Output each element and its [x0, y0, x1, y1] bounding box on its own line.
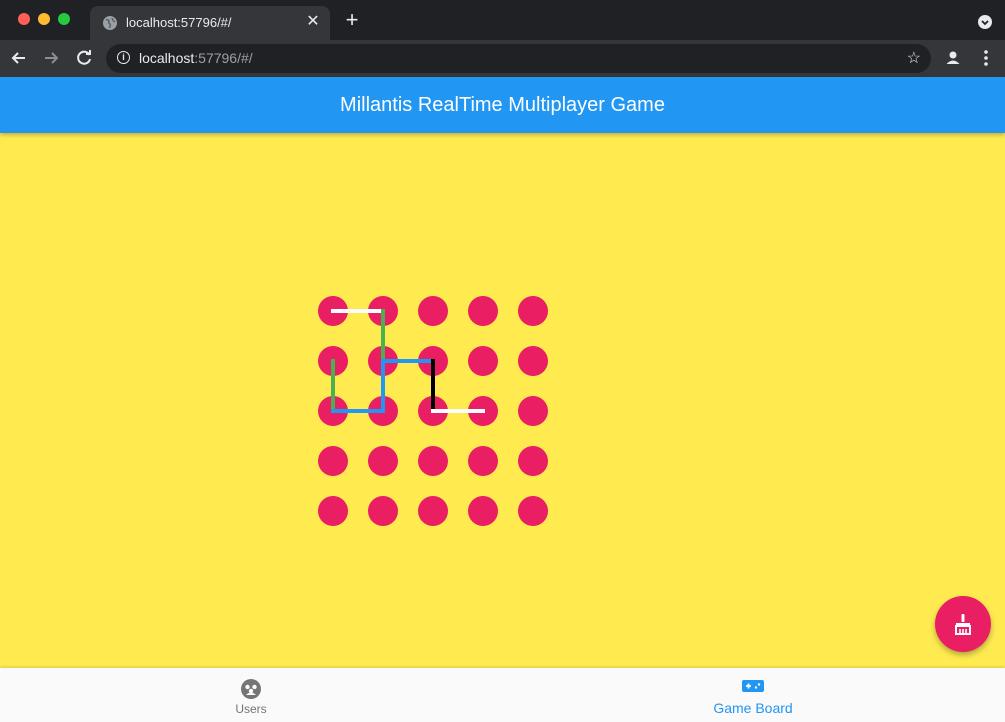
tab-strip: localhost:57796/#/ ✕ + — [0, 0, 1005, 40]
board-dot[interactable] — [468, 446, 498, 476]
gamepad-icon — [741, 678, 765, 699]
board-dot[interactable] — [518, 446, 548, 476]
cleaning-brush-icon — [955, 614, 971, 635]
app-bar: Millantis RealTime Multiplayer Game — [0, 77, 1005, 133]
globe-icon — [103, 16, 117, 30]
url-host: localhost — [139, 50, 195, 66]
tab-close-icon[interactable]: ✕ — [304, 13, 322, 31]
nav-label-game-board: Game Board — [713, 700, 793, 716]
nav-item-users[interactable]: Users — [0, 668, 502, 722]
board-dot[interactable] — [518, 396, 548, 426]
nav-label-users: Users — [235, 702, 267, 716]
site-info-icon[interactable]: i — [117, 51, 130, 64]
board-dot[interactable] — [418, 446, 448, 476]
board-dot[interactable] — [468, 346, 498, 376]
close-window-button[interactable] — [18, 13, 30, 25]
forward-arrow-icon[interactable] — [40, 47, 62, 69]
board-dot[interactable] — [518, 496, 548, 526]
browser-window: localhost:57796/#/ ✕ + i localhost:57796… — [0, 0, 1005, 722]
kebab-menu-icon[interactable] — [976, 48, 996, 68]
nav-item-game-board[interactable]: Game Board — [502, 668, 1004, 722]
board-dot[interactable] — [468, 496, 498, 526]
clear-board-button[interactable] — [935, 596, 991, 652]
bookmark-star-icon[interactable]: ☆ — [907, 48, 921, 68]
profile-icon[interactable] — [943, 48, 963, 68]
browser-toolbar: i localhost:57796/#/ ☆ — [0, 40, 1005, 77]
board-dot[interactable] — [318, 496, 348, 526]
back-arrow-icon[interactable] — [8, 47, 30, 69]
reload-icon[interactable] — [73, 47, 95, 69]
zoom-window-button[interactable] — [58, 13, 70, 25]
board-dot[interactable] — [418, 296, 448, 326]
board-dot[interactable] — [468, 296, 498, 326]
tab-search-icon[interactable] — [978, 15, 992, 29]
app-title: Millantis RealTime Multiplayer Game — [340, 94, 665, 116]
board-dot[interactable] — [318, 446, 348, 476]
minimize-window-button[interactable] — [38, 13, 50, 25]
board-dot[interactable] — [368, 446, 398, 476]
address-bar[interactable]: i localhost:57796/#/ ☆ — [106, 44, 931, 73]
board-dot[interactable] — [518, 346, 548, 376]
board-dot[interactable] — [418, 496, 448, 526]
bottom-navigation: Users Game Board — [0, 668, 1005, 722]
new-tab-icon[interactable]: + — [342, 9, 362, 31]
board-dot[interactable] — [518, 296, 548, 326]
url-path: :57796/#/ — [194, 50, 253, 66]
browser-tab[interactable]: localhost:57796/#/ ✕ — [90, 6, 330, 40]
board-dot[interactable] — [368, 496, 398, 526]
game-board[interactable] — [308, 286, 568, 546]
address-url: localhost:57796/#/ — [139, 50, 253, 66]
group-icon — [240, 678, 262, 705]
tab-title: localhost:57796/#/ — [126, 15, 232, 30]
